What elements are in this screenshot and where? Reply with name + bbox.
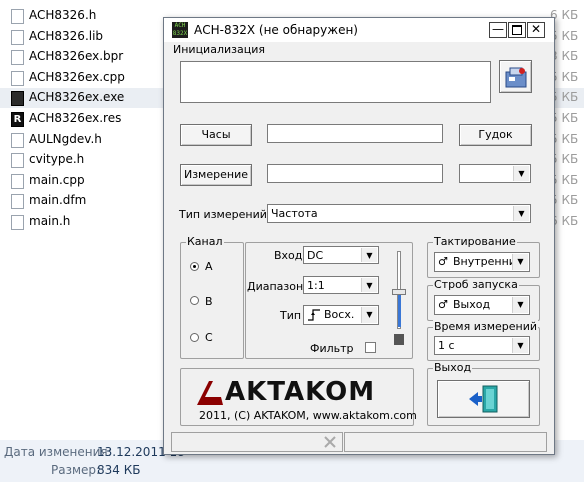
meas-time-group-label: Время измерений: [433, 320, 539, 333]
status-panel-2: [344, 432, 547, 452]
channel-c-label: C: [205, 331, 213, 344]
measure-unit-select[interactable]: ▼: [459, 164, 531, 183]
channel-a-radio[interactable]: [190, 262, 199, 271]
file-icon: [11, 215, 24, 230]
chevron-down-icon: ▼: [512, 254, 528, 270]
title-bar[interactable]: ACH 832X АСН-832Х (не обнаружен) — ✕: [164, 18, 554, 42]
file-icon: [11, 132, 24, 148]
status-panel-1: [171, 432, 343, 452]
range-label: Диапазон: [247, 280, 304, 293]
range-value: 1:1: [307, 279, 325, 292]
input-value: DC: [307, 249, 324, 262]
channel-b-radio[interactable]: [190, 296, 199, 305]
close-icon: ✕: [530, 22, 542, 36]
file-name: ACH8326ex.res: [29, 111, 122, 125]
file-icon: [11, 173, 24, 189]
ach832x-dialog: ACH 832X АСН-832Х (не обнаружен) — ✕ Ини…: [163, 17, 555, 455]
channel-c-radio[interactable]: [190, 333, 199, 342]
init-icon: [505, 67, 526, 88]
strobe-value: Выход: [453, 298, 491, 311]
measure-result-field[interactable]: [267, 164, 443, 183]
type-select[interactable]: Восх. ▼: [303, 305, 379, 325]
range-select[interactable]: 1:1 ▼: [303, 276, 379, 294]
chevron-down-icon: ▼: [513, 166, 529, 181]
meas-time-value: 1 с: [438, 339, 455, 352]
file-icon: [11, 29, 24, 45]
file-name: main.h: [29, 214, 71, 228]
maximize-icon: [512, 25, 522, 35]
aktakom-logo-mark: [197, 381, 223, 405]
disconnected-icon: [324, 436, 336, 448]
clocking-icon: ♂: [438, 255, 448, 268]
channel-a-label: A: [205, 260, 213, 273]
modified-label: Дата изменения:: [4, 445, 112, 459]
strobe-select[interactable]: ♂ Выход ▼: [434, 295, 530, 315]
clock-field[interactable]: [267, 124, 443, 143]
slider-fill: [398, 292, 401, 327]
init-log-field[interactable]: [180, 61, 491, 103]
type-label: Тип: [280, 309, 302, 322]
exit-group-label: Выход: [433, 361, 473, 374]
status-bar: [171, 432, 547, 452]
slider-thumb[interactable]: [392, 289, 406, 295]
beep-button[interactable]: Гудок: [459, 124, 532, 146]
chevron-down-icon: ▼: [512, 338, 528, 353]
filter-checkbox[interactable]: [365, 342, 376, 353]
logo-caption: 2011, (C) AKTAKOM, www.aktakom.com: [199, 409, 417, 422]
file-name: main.dfm: [29, 193, 87, 208]
file-name: ACH8326.lib: [29, 28, 104, 43]
file-name: ACH8326.h: [29, 8, 97, 22]
clock-button[interactable]: Часы: [180, 124, 252, 146]
close-button[interactable]: ✕: [527, 22, 545, 38]
file-name: AULNgdev.h: [29, 131, 102, 146]
file-name: ACH8326ex.bpr: [29, 49, 124, 64]
exit-door-icon: [468, 385, 497, 413]
exe-file-icon: [11, 91, 24, 107]
app-icon: ACH 832X: [172, 22, 188, 38]
level-slider[interactable]: [390, 248, 408, 348]
file-name: main.cpp: [29, 172, 85, 187]
chevron-down-icon: ▼: [512, 297, 528, 313]
filter-label: Фильтр: [310, 342, 354, 355]
maximize-button[interactable]: [508, 22, 526, 38]
file-icon: [11, 194, 24, 210]
strobe-group-label: Строб запуска: [433, 278, 519, 291]
channel-b-label: B: [205, 295, 213, 308]
chevron-down-icon: ▼: [361, 248, 377, 262]
minimize-button[interactable]: —: [489, 22, 507, 38]
file-icon: [11, 153, 24, 169]
type-value: Восх.: [324, 308, 355, 321]
size-label: Размер:: [51, 463, 101, 477]
init-group-label: Инициализация: [173, 43, 265, 56]
res-file-icon: R: [11, 112, 24, 127]
clocking-select[interactable]: ♂ Внутренний ▼: [434, 252, 530, 272]
size-value: 834 КБ: [97, 463, 141, 477]
clocking-group-label: Тактирование: [433, 235, 517, 248]
chevron-down-icon: ▼: [361, 278, 377, 292]
exit-button[interactable]: [437, 380, 530, 418]
strobe-icon: ♂: [438, 298, 448, 311]
file-name: cvitype.h: [29, 152, 85, 167]
chevron-down-icon: ▼: [513, 206, 529, 221]
window-title: АСН-832Х (не обнаружен): [194, 23, 358, 37]
input-label: Вход: [274, 249, 303, 262]
channel-group-label: Канал: [186, 235, 224, 248]
chevron-down-icon: ▼: [361, 307, 377, 323]
logo-panel: AKTAKOM 2011, (C) AKTAKOM, www.aktakom.c…: [180, 368, 417, 426]
meas-type-value: Частота: [271, 207, 318, 220]
slider-indicator-icon: [394, 334, 404, 345]
input-select[interactable]: DC ▼: [303, 246, 379, 264]
logo-text: AKTAKOM: [225, 377, 376, 407]
file-name: ACH8326ex.cpp: [29, 69, 125, 84]
file-icon: [11, 9, 24, 24]
init-button[interactable]: [499, 60, 532, 93]
meas-time-select[interactable]: 1 с ▼: [434, 336, 530, 355]
rising-edge-icon: [308, 309, 320, 321]
file-name: ACH8326ex.exe: [29, 90, 125, 105]
file-icon: [11, 70, 24, 86]
measure-button[interactable]: Измерение: [180, 164, 252, 186]
meas-type-select[interactable]: Частота ▼: [267, 204, 531, 223]
file-icon: [11, 50, 24, 66]
meas-type-label: Тип измерений:: [179, 208, 271, 221]
